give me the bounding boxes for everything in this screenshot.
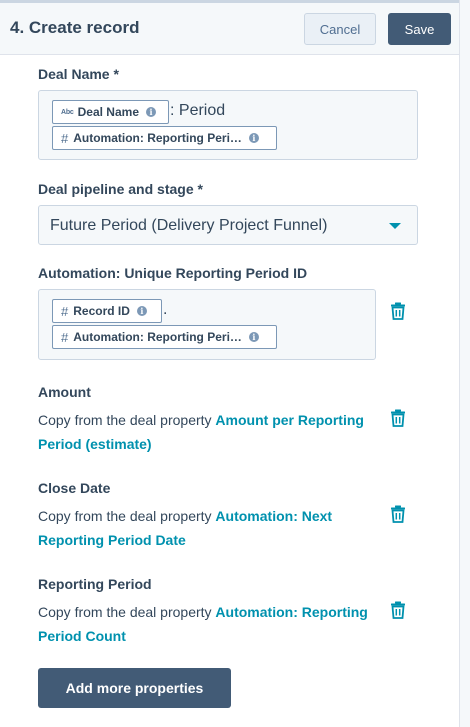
amount-description: Copy from the deal property Amount per R… [38,408,368,456]
deal-name-token[interactable]: Abc Deal Name i [52,100,169,124]
number-type-icon: # [61,329,69,345]
info-icon[interactable]: i [248,332,259,342]
text-type-icon: Abc [61,108,74,116]
cancel-button[interactable]: Cancel [304,13,376,45]
reporting-period-token[interactable]: # Automation: Reporting Peri… i [52,325,277,349]
description-prefix: Copy from the deal property [38,604,216,620]
pipeline-stage-select[interactable]: Future Period (Delivery Project Funnel) [38,205,418,245]
delete-reporting-period-trash-icon[interactable] [390,601,406,619]
description-prefix: Copy from the deal property [38,412,216,428]
panel-header: 4. Create record Cancel Save [0,3,459,55]
reporting-period-description: Copy from the deal property Automation: … [38,600,368,648]
token-label: Record ID [73,304,130,318]
number-type-icon: # [61,303,69,319]
right-gutter [460,0,470,727]
delete-close-date-trash-icon[interactable] [390,505,406,523]
info-icon[interactable]: i [248,133,259,143]
unique-id-label: Automation: Unique Reporting Period ID [38,265,308,281]
amount-label: Amount [38,384,91,400]
deal-name-label: Deal Name * [38,66,119,82]
unique-id-literal-text: . [163,301,168,318]
reporting-period-token[interactable]: # Automation: Reporting Peri… i [52,126,277,150]
delete-unique-id-trash-icon[interactable] [390,302,406,320]
token-label: Deal Name [77,105,139,119]
info-icon[interactable]: i [146,107,156,117]
deal-name-field[interactable]: Abc Deal Name i : Period # Automation: R… [38,90,418,160]
chevron-down-icon [389,223,401,229]
record-id-token[interactable]: # Record ID i [52,299,162,323]
pipeline-stage-value: Future Period (Delivery Project Funnel) [50,217,328,234]
token-label: Automation: Reporting Peri… [73,131,242,145]
deal-name-literal-text: : Period [170,102,226,119]
close-date-label: Close Date [38,480,111,496]
pipeline-stage-label: Deal pipeline and stage * [38,181,203,197]
info-icon[interactable]: i [136,306,147,316]
save-button[interactable]: Save [388,13,451,45]
token-label: Automation: Reporting Peri… [73,330,242,344]
reporting-period-label: Reporting Period [38,576,152,592]
description-prefix: Copy from the deal property [38,508,216,524]
delete-amount-trash-icon[interactable] [390,409,406,427]
panel-title: 4. Create record [10,18,140,37]
close-date-description: Copy from the deal property Automation: … [38,504,368,552]
add-more-properties-button[interactable]: Add more properties [38,668,231,708]
unique-id-field[interactable]: # Record ID i . # Automation: Reporting … [38,289,376,360]
number-type-icon: # [61,130,69,146]
